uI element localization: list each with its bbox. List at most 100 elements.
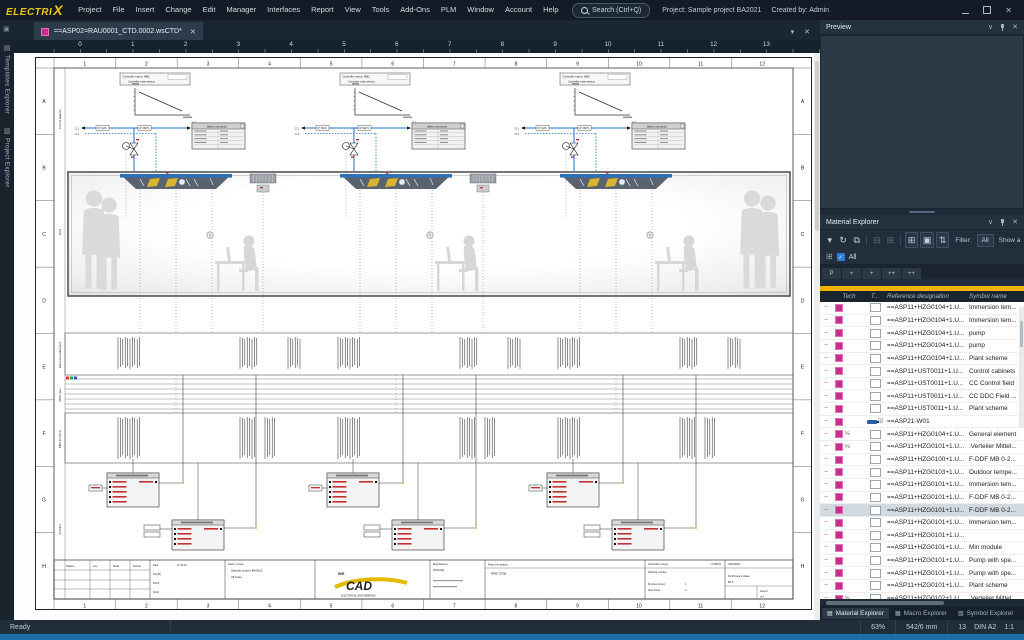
table-row[interactable]: −==ASP11+HZG0101+1.U...Pump with spe... — [820, 555, 1024, 568]
tab-macro-explorer[interactable]: ▦Macro Explorer — [890, 608, 952, 619]
package-icon[interactable]: ▣ — [920, 232, 933, 248]
checkbox[interactable] — [870, 392, 881, 401]
menu-item-interfaces[interactable]: Interfaces — [262, 0, 306, 20]
table-row[interactable]: −==ASP11+HZG0104+1.U...Immersion tem... — [820, 302, 1024, 315]
checkbox[interactable] — [870, 556, 881, 565]
tab-symbol-explorer[interactable]: ▧Symbol Explorer — [953, 608, 1019, 619]
table-row[interactable]: −==ASP11+HZG0100+1.U...F-DDF MB 0-2... — [820, 454, 1024, 467]
remove-icon[interactable]: − — [820, 405, 832, 412]
remove-icon[interactable]: − — [820, 494, 832, 501]
tab-close-all-icon[interactable]: ✕ — [804, 28, 810, 36]
tree-root-row[interactable]: ⊞ ✓ All — [820, 250, 1024, 264]
chevron-down-icon[interactable]: ∨ — [988, 23, 993, 31]
checkbox[interactable] — [870, 442, 881, 451]
checkbox[interactable] — [870, 468, 881, 477]
minimize-icon[interactable] — [962, 6, 969, 14]
remove-icon[interactable]: − — [820, 456, 832, 463]
table-row[interactable]: −==ASP11+HZG0101+1.U...Pump with spe... — [820, 567, 1024, 580]
document-tab[interactable]: ==ASP02=RAU0001_CTD.0002.wsCTD* ✕ — [34, 22, 203, 40]
menu-item-plm[interactable]: PLM — [435, 0, 461, 20]
search-button[interactable]: Search (Ctrl+Q) — [572, 3, 650, 18]
table-row[interactable]: −==ASP11+HZG0104+1.U...pump — [820, 340, 1024, 353]
checkbox[interactable] — [870, 506, 881, 515]
table-row[interactable]: −¼==ASP11+HZG0101+1.U....Verteiler Mitte… — [820, 441, 1024, 454]
table-row[interactable]: −==ASP11+HZG0101+1.U...Immersion tem... — [820, 479, 1024, 492]
checkbox[interactable] — [870, 316, 881, 325]
expander-icon[interactable]: ⊞ — [826, 253, 833, 261]
filter-dropdown[interactable]: All — [977, 234, 994, 247]
column-header[interactable]: Tech — [832, 293, 863, 300]
table-row[interactable]: −==ASP11+HZG0104+1.U...pump — [820, 327, 1024, 340]
table-row[interactable]: −==ASP11+HZG0101+1.U...Plant scheme — [820, 580, 1024, 593]
sort-tree-icon[interactable]: ⇅ — [936, 232, 949, 248]
remove-icon[interactable]: − — [820, 557, 832, 564]
remove-icon[interactable]: − — [820, 342, 832, 349]
quick-tab[interactable]: P — [822, 268, 841, 279]
refresh-icon[interactable]: ↻ — [837, 233, 848, 247]
collapse-level-icon[interactable]: ⊟ — [871, 233, 882, 247]
menu-item-account[interactable]: Account — [499, 0, 537, 20]
menu-item-tools[interactable]: Tools — [366, 0, 395, 20]
remove-icon[interactable]: − — [820, 469, 832, 476]
table-row[interactable]: −==ASP11+HZG0101+1.U...Immersion tem... — [820, 517, 1024, 530]
checkbox[interactable] — [870, 354, 881, 363]
table-row[interactable]: −==ASP11+UST0011+1.U...CC Control field — [820, 378, 1024, 391]
column-header[interactable]: Reference designation — [887, 293, 967, 300]
table-row[interactable]: −==ASP11+UST0011+1.U...Control cabinets — [820, 365, 1024, 378]
remove-icon[interactable]: − — [820, 431, 832, 438]
menu-item-file[interactable]: File — [107, 0, 130, 20]
quick-tab[interactable]: + — [842, 268, 861, 279]
table-row[interactable]: −==ASP11+UST0011+1.U...CC DDC Field ... — [820, 390, 1024, 403]
remove-icon[interactable]: − — [820, 481, 832, 488]
table-row[interactable]: −¼==ASP11+HZG0104+1.U...General element — [820, 428, 1024, 441]
chevron-down-icon[interactable]: ∨ — [988, 218, 993, 226]
checkbox[interactable] — [870, 543, 881, 552]
remove-icon[interactable]: − — [820, 532, 832, 539]
checkbox[interactable] — [870, 303, 881, 312]
maximize-icon[interactable] — [983, 6, 991, 14]
pin-icon[interactable] — [1000, 219, 1005, 226]
table-horizontal-scrollbar[interactable] — [820, 599, 1024, 606]
remove-icon[interactable]: − — [820, 355, 832, 362]
checkbox-checked-icon[interactable]: ✓ — [837, 253, 845, 261]
menu-item-report[interactable]: Report — [306, 0, 340, 20]
close-icon[interactable]: ✕ — [1012, 23, 1018, 31]
copy-icon[interactable]: ⧉ — [851, 233, 862, 247]
table-row[interactable]: −==ASP11+HZG0101+1.U... — [820, 530, 1024, 543]
drawing-canvas[interactable]: 012345678910111213 — [14, 40, 820, 620]
menu-item-manager[interactable]: Manager — [221, 0, 262, 20]
table-row[interactable]: −==ASP11+HZG0103+1.U...Outdoor tempe... — [820, 466, 1024, 479]
checkbox[interactable] — [870, 569, 881, 578]
column-header[interactable]: Symbol name — [967, 293, 1024, 300]
menu-item-insert[interactable]: Insert — [130, 0, 160, 20]
tab-material-explorer[interactable]: ▤Material Explorer — [822, 608, 889, 619]
menu-item-edit[interactable]: Edit — [197, 0, 221, 20]
remove-icon[interactable]: − — [820, 582, 832, 589]
remove-icon[interactable]: − — [820, 507, 832, 514]
menu-item-change[interactable]: Change — [160, 0, 197, 20]
expand-level-icon[interactable]: ⊞ — [885, 233, 896, 247]
table-row[interactable]: −==ASP11+HZG0104+1.U...Immersion tem... — [820, 315, 1024, 328]
tab-close-icon[interactable]: ✕ — [190, 28, 196, 36]
remove-icon[interactable]: − — [820, 380, 832, 387]
sidebar-item-project-explorer[interactable]: ▥ Project Explorer — [4, 128, 11, 188]
pin-icon[interactable] — [1000, 24, 1005, 31]
checkbox[interactable] — [870, 329, 881, 338]
menu-item-addons[interactable]: Add-Ons — [395, 0, 436, 20]
menu-item-view[interactable]: View — [339, 0, 366, 20]
table-row[interactable]: −==ASP11+HZG0101+1.U...F-DDF MB 0-2... — [820, 504, 1024, 517]
remove-icon[interactable]: − — [820, 368, 832, 375]
checkbox[interactable] — [870, 581, 881, 590]
checkbox[interactable] — [870, 367, 881, 376]
checkbox[interactable] — [870, 531, 881, 540]
schematic-page[interactable]: StatusrevDateNameDate07.10.20Drw.ByChk'd… — [35, 57, 812, 610]
menu-item-project[interactable]: Project — [73, 0, 107, 20]
table-row[interactable]: −⊞==ASP21-W01 — [820, 416, 1024, 429]
remove-icon[interactable]: − — [820, 544, 832, 551]
remove-icon[interactable]: − — [820, 570, 832, 577]
quick-tab[interactable]: ++ — [902, 268, 921, 279]
sidebar-item-templates-explorer[interactable]: ▤ Templates Explorer — [4, 45, 11, 114]
remove-icon[interactable]: − — [820, 304, 832, 311]
table-vertical-scrollbar[interactable] — [1019, 307, 1024, 427]
close-icon[interactable]: ✕ — [1005, 6, 1012, 15]
